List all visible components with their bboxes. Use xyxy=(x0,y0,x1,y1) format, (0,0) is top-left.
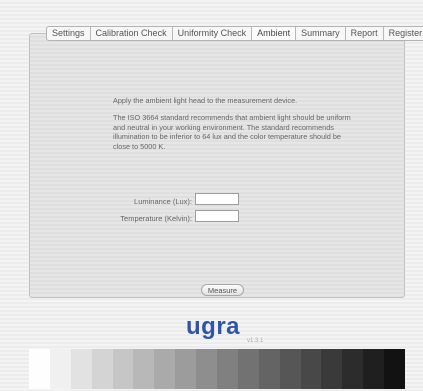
tab-settings[interactable]: Settings xyxy=(47,27,91,40)
luminance-input[interactable] xyxy=(195,193,239,205)
grayscale-strip xyxy=(29,349,406,389)
gray-patch xyxy=(217,349,238,389)
luminance-label: Luminance (Lux): xyxy=(134,197,192,206)
version-label: v1.3.1 xyxy=(247,338,264,344)
gray-patch xyxy=(196,349,218,389)
gray-patch xyxy=(133,349,155,389)
tab-ambient[interactable]: Ambient xyxy=(252,27,297,40)
ugra-logo: ugra xyxy=(186,313,241,340)
temperature-input[interactable] xyxy=(195,210,239,222)
gray-patch xyxy=(112,349,134,389)
luminance-row: Luminance (Lux): xyxy=(100,194,192,206)
tab-report[interactable]: Report xyxy=(346,27,384,40)
tab-calibration-check[interactable]: Calibration Check xyxy=(91,27,173,40)
tab-summary[interactable]: Summary xyxy=(296,27,346,40)
measure-button[interactable]: Measure xyxy=(201,284,244,296)
tab-bar: Settings Calibration Check Uniformity Ch… xyxy=(46,26,423,41)
gray-patch xyxy=(363,349,385,389)
iso-recommendation-text: The ISO 3664 standard recommends that am… xyxy=(113,113,351,151)
temperature-row: Temperature (Kelvin): xyxy=(90,211,192,223)
temperature-label: Temperature (Kelvin): xyxy=(120,214,192,223)
gray-patch xyxy=(321,349,343,389)
gray-patch xyxy=(91,349,113,389)
gray-patch xyxy=(279,349,301,389)
gray-patch xyxy=(342,349,364,389)
instruction-text: Apply the ambient light head to the meas… xyxy=(113,96,298,105)
tab-uniformity-check[interactable]: Uniformity Check xyxy=(173,27,253,40)
tab-register[interactable]: Register xyxy=(384,27,423,40)
gray-patch xyxy=(384,349,406,389)
gray-patch xyxy=(29,349,50,389)
gray-patch xyxy=(175,349,197,389)
gray-patch xyxy=(49,349,71,389)
main-panel xyxy=(29,33,405,298)
gray-patch xyxy=(70,349,92,389)
gray-patch xyxy=(300,349,322,389)
gray-patch xyxy=(237,349,259,389)
gray-patch xyxy=(258,349,280,389)
gray-patch xyxy=(154,349,176,389)
